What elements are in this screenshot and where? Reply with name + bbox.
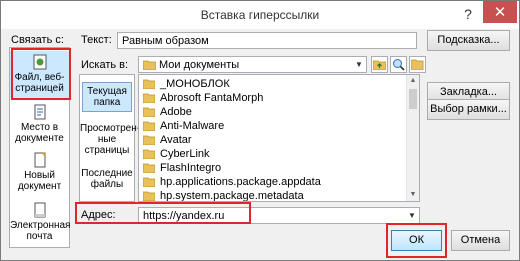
hyperlink-dialog: Вставка гиперссылки ? ✕ Связать с: Текст… bbox=[0, 0, 520, 261]
file-name: Anti-Malware bbox=[160, 120, 225, 132]
text-label: Текст: bbox=[81, 34, 112, 46]
scroll-up-icon[interactable]: ▲ bbox=[407, 75, 419, 87]
folder-icon bbox=[143, 177, 155, 187]
up-folder-button[interactable] bbox=[371, 56, 388, 73]
title-bar: Вставка гиперссылки ? ✕ bbox=[1, 1, 519, 29]
file-name: _МОНОБЛОК bbox=[160, 78, 230, 90]
sidebar-item-label: Новый документ bbox=[17, 170, 62, 192]
file-name: hp.system.package.metadata bbox=[160, 190, 304, 202]
places-bar: Текущая папка Просмотрен-ные страницы По… bbox=[79, 74, 140, 202]
folder-icon bbox=[143, 163, 155, 173]
place-recent-files[interactable]: Последние файлы bbox=[80, 168, 134, 192]
sidebar-item-new-document[interactable]: Новый документ bbox=[10, 152, 69, 194]
up-folder-icon bbox=[373, 60, 386, 70]
file-name: CyberLink bbox=[160, 148, 210, 160]
address-input[interactable]: https://yandex.ru ▼ bbox=[138, 207, 420, 224]
place-browsed-pages[interactable]: Просмотрен-ные страницы bbox=[80, 123, 140, 159]
place-current-folder[interactable]: Текущая папка bbox=[82, 82, 132, 112]
file-name: FlashIntegro bbox=[160, 162, 222, 174]
target-frame-button[interactable]: Выбор рамки... bbox=[427, 99, 510, 120]
folder-icon bbox=[143, 191, 155, 201]
close-icon: ✕ bbox=[493, 4, 507, 21]
cancel-button[interactable]: Отмена bbox=[451, 230, 510, 251]
globe-search-icon bbox=[393, 59, 405, 71]
place-in-document-icon bbox=[34, 104, 45, 120]
folder-icon bbox=[143, 107, 155, 117]
sidebar-item-email[interactable]: Электронная почта bbox=[10, 202, 71, 244]
folder-icon bbox=[143, 135, 155, 145]
sidebar-item-web-page[interactable]: Файл, веб-страницей bbox=[10, 51, 69, 99]
file-name: Adobe bbox=[160, 106, 192, 118]
look-in-select[interactable]: Мои документы ▼ bbox=[138, 56, 367, 73]
folder-icon bbox=[143, 93, 155, 103]
address-label: Адрес: bbox=[81, 209, 116, 221]
text-to-display-input[interactable]: Равным образом bbox=[117, 32, 417, 49]
scroll-thumb[interactable] bbox=[409, 89, 417, 109]
browse-web-button[interactable] bbox=[390, 56, 407, 73]
sidebar-item-label: Электронная почта bbox=[10, 220, 71, 242]
email-icon bbox=[34, 202, 45, 218]
new-document-icon bbox=[34, 152, 46, 168]
close-button[interactable]: ✕ bbox=[483, 1, 517, 23]
link-to-label: Связать с: bbox=[11, 34, 64, 46]
folder-icon bbox=[143, 60, 156, 70]
web-page-icon bbox=[33, 54, 46, 70]
file-list: _МОНОБЛОК Abrosoft FantaMorph Adobe Anti… bbox=[138, 74, 420, 202]
scroll-down-icon[interactable]: ▼ bbox=[407, 189, 419, 201]
look-in-label: Искать в: bbox=[81, 59, 129, 71]
browse-file-button[interactable] bbox=[409, 56, 426, 73]
file-name: hp.applications.package.appdata bbox=[160, 176, 321, 188]
look-in-value: Мои документы bbox=[159, 59, 240, 71]
file-name: Avatar bbox=[160, 134, 192, 146]
link-to-sidebar: Файл, веб-страницей Место в документе Но… bbox=[9, 47, 70, 248]
folder-icon bbox=[143, 149, 155, 159]
vertical-scrollbar[interactable]: ▲ ▼ bbox=[406, 75, 419, 201]
sidebar-item-label: Место в документе bbox=[15, 122, 64, 144]
sidebar-item-label: Файл, веб-страницей bbox=[14, 72, 65, 94]
folder-icon bbox=[143, 79, 155, 89]
dialog-title: Вставка гиперссылки bbox=[200, 8, 320, 22]
chevron-down-icon[interactable]: ▼ bbox=[405, 208, 419, 223]
file-name: Abrosoft FantaMorph bbox=[160, 92, 264, 104]
sidebar-item-place-in-document[interactable]: Место в документе bbox=[10, 104, 69, 146]
folder-icon bbox=[143, 121, 155, 131]
address-value: https://yandex.ru bbox=[143, 210, 225, 222]
ok-button[interactable]: ОК bbox=[391, 230, 442, 251]
screentip-button[interactable]: Подсказка... bbox=[427, 30, 510, 51]
open-folder-icon bbox=[411, 59, 424, 70]
chevron-down-icon[interactable]: ▼ bbox=[352, 57, 366, 72]
help-button[interactable]: ? bbox=[457, 4, 479, 24]
